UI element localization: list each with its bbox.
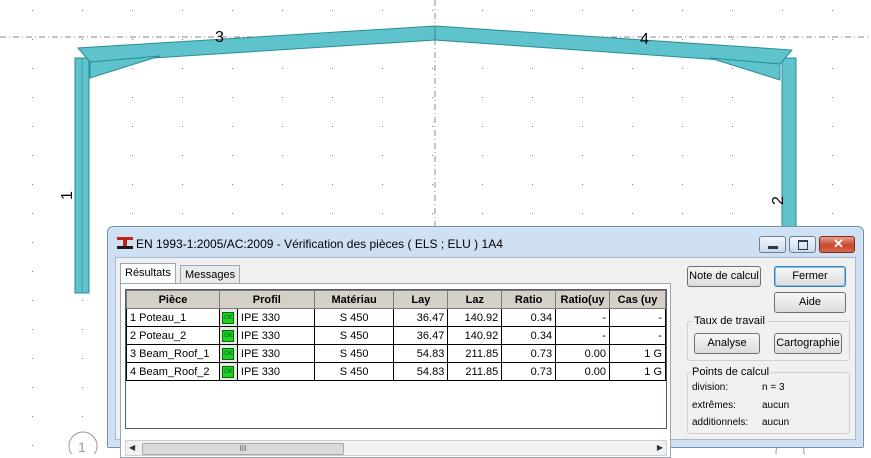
- col-header-profil[interactable]: Profil: [218, 290, 315, 309]
- col-header-materiau[interactable]: Matériau: [313, 290, 395, 309]
- cell-laz: 140.92: [447, 326, 503, 345]
- col-header-lay[interactable]: Lay: [393, 290, 449, 309]
- extremes-value: aucun: [762, 400, 790, 411]
- ok-status-icon: OK: [222, 311, 235, 324]
- table-row[interactable]: 2 Poteau_2 OK IPE 330 S 450 36.47 140.92 0.34-…: [126, 326, 666, 345]
- cell-ratio: 0.34: [501, 308, 557, 327]
- extremes-label: extrêmes:: [692, 400, 736, 411]
- note-de-calcul-button[interactable]: Note de calcul: [687, 266, 761, 287]
- maximize-icon: [798, 240, 808, 250]
- member-label-4: 4: [640, 31, 649, 48]
- member-label-2: 2: [770, 196, 787, 205]
- cell-piece: 2 Poteau_2: [126, 326, 220, 345]
- dialog-body: Résultats Messages Pièce Profil Matériau…: [115, 257, 856, 458]
- cell-cas-uy: 1 G: [609, 344, 666, 363]
- cell-ratio-uy: 0.00: [555, 362, 611, 381]
- minimize-button[interactable]: [759, 236, 786, 253]
- cell-ratio: 0.34: [501, 326, 557, 345]
- col-header-ratio[interactable]: Ratio: [501, 290, 557, 309]
- table-row[interactable]: 3 Beam_Roof_1 OK IPE 330 S 450 54.83 211.85 0.…: [126, 344, 666, 363]
- analyse-button[interactable]: Analyse: [694, 333, 760, 354]
- member-label-3: 3: [215, 29, 224, 46]
- aide-button[interactable]: Aide: [774, 292, 846, 313]
- division-label: division:: [692, 382, 729, 393]
- cell-lay: 36.47: [393, 308, 449, 327]
- cell-profil: IPE 330: [236, 344, 315, 363]
- cell-materiau: S 450: [313, 344, 395, 363]
- taux-de-travail-group: Taux de travail Analyse Cartographie: [687, 315, 850, 361]
- maximize-button[interactable]: [789, 236, 816, 253]
- ok-status-icon: OK: [222, 365, 235, 378]
- col-header-cas-uy[interactable]: Cas (uy: [609, 290, 666, 309]
- cell-lay: 54.83: [393, 344, 449, 363]
- dialog-title: EN 1993-1:2005/AC:2009 - Vérification de…: [136, 237, 503, 251]
- cell-materiau: S 450: [313, 326, 395, 345]
- verification-dialog: EN 1993-1:2005/AC:2009 - Vérification de…: [107, 226, 864, 458]
- cell-lay: 54.83: [393, 362, 449, 381]
- cell-ratio-uy: -: [555, 308, 611, 327]
- axis-label-1: 1: [78, 439, 86, 454]
- status-cell: OK: [218, 308, 238, 327]
- cell-piece: 3 Beam_Roof_1: [126, 344, 220, 363]
- points-de-calcul-group: Points de calcul division: n = 3 extrême…: [687, 366, 850, 434]
- ok-status-icon: OK: [222, 329, 235, 342]
- member-column-2[interactable]: [781, 57, 797, 239]
- dialog-titlebar[interactable]: EN 1993-1:2005/AC:2009 - Vérification de…: [108, 227, 863, 257]
- results-table[interactable]: Pièce Profil Matériau Lay Laz Ratio Rati…: [125, 289, 667, 429]
- tab-messages[interactable]: Messages: [180, 265, 241, 284]
- cell-ratio-uy: -: [555, 326, 611, 345]
- col-header-piece[interactable]: Pièce: [126, 290, 220, 309]
- cell-ratio: 0.73: [501, 344, 557, 363]
- status-cell: OK: [218, 326, 238, 345]
- division-value: n = 3: [762, 382, 785, 393]
- close-button[interactable]: ✕: [819, 236, 855, 253]
- cell-laz: 211.85: [447, 344, 503, 363]
- col-header-ratio-uy[interactable]: Ratio(uy: [555, 290, 611, 309]
- minimize-icon: [768, 246, 778, 249]
- tab-resultats[interactable]: Résultats: [120, 263, 176, 284]
- scrollbar-thumb[interactable]: III: [142, 443, 344, 455]
- cell-materiau: S 450: [313, 362, 395, 381]
- status-cell: OK: [218, 362, 238, 381]
- taux-de-travail-label: Taux de travail: [692, 315, 767, 327]
- points-de-calcul-label: Points de calcul: [690, 366, 772, 378]
- cell-piece: 4 Beam_Roof_2: [126, 362, 220, 381]
- ok-status-icon: OK: [222, 347, 235, 360]
- member-rafter-3[interactable]: [76, 25, 436, 63]
- cartographie-button[interactable]: Cartographie: [774, 333, 842, 354]
- cell-materiau: S 450: [313, 308, 395, 327]
- cell-cas-uy: 1 G: [609, 362, 666, 381]
- cell-profil: IPE 330: [236, 326, 315, 345]
- cell-profil: IPE 330: [236, 308, 315, 327]
- fermer-button[interactable]: Fermer: [774, 266, 846, 287]
- cell-lay: 36.47: [393, 326, 449, 345]
- col-header-laz[interactable]: Laz: [447, 290, 503, 309]
- cell-laz: 140.92: [447, 308, 503, 327]
- member-rafter-4[interactable]: [434, 25, 794, 65]
- table-row[interactable]: 4 Beam_Roof_2 OK IPE 330 S 450 54.83 211.85 0.…: [126, 362, 666, 381]
- additionnels-label: additionnels:: [692, 417, 749, 428]
- cell-laz: 211.85: [447, 362, 503, 381]
- additionnels-value: aucun: [762, 417, 790, 428]
- cell-cas-uy: -: [609, 326, 666, 345]
- cell-profil: IPE 330: [236, 362, 315, 381]
- member-label-1: 1: [59, 191, 76, 200]
- scroll-right-icon[interactable]: ▶: [657, 443, 663, 452]
- cell-ratio-uy: 0.00: [555, 344, 611, 363]
- close-icon: ✕: [833, 236, 844, 251]
- cell-ratio: 0.73: [501, 362, 557, 381]
- cell-cas-uy: -: [609, 308, 666, 327]
- steel-beam-icon: [117, 237, 133, 249]
- cell-piece: 1 Poteau_1: [126, 308, 220, 327]
- table-row[interactable]: 1 Poteau_1 OK IPE 330 S 450 36.47 140.92 0.34-…: [126, 308, 666, 327]
- status-cell: OK: [218, 344, 238, 363]
- scroll-left-icon[interactable]: ◀: [129, 443, 135, 452]
- resultats-panel: Pièce Profil Matériau Lay Laz Ratio Rati…: [120, 283, 671, 458]
- results-table-body: 1 Poteau_1 OK IPE 330 S 450 36.47 140.92 0.34-…: [126, 308, 666, 381]
